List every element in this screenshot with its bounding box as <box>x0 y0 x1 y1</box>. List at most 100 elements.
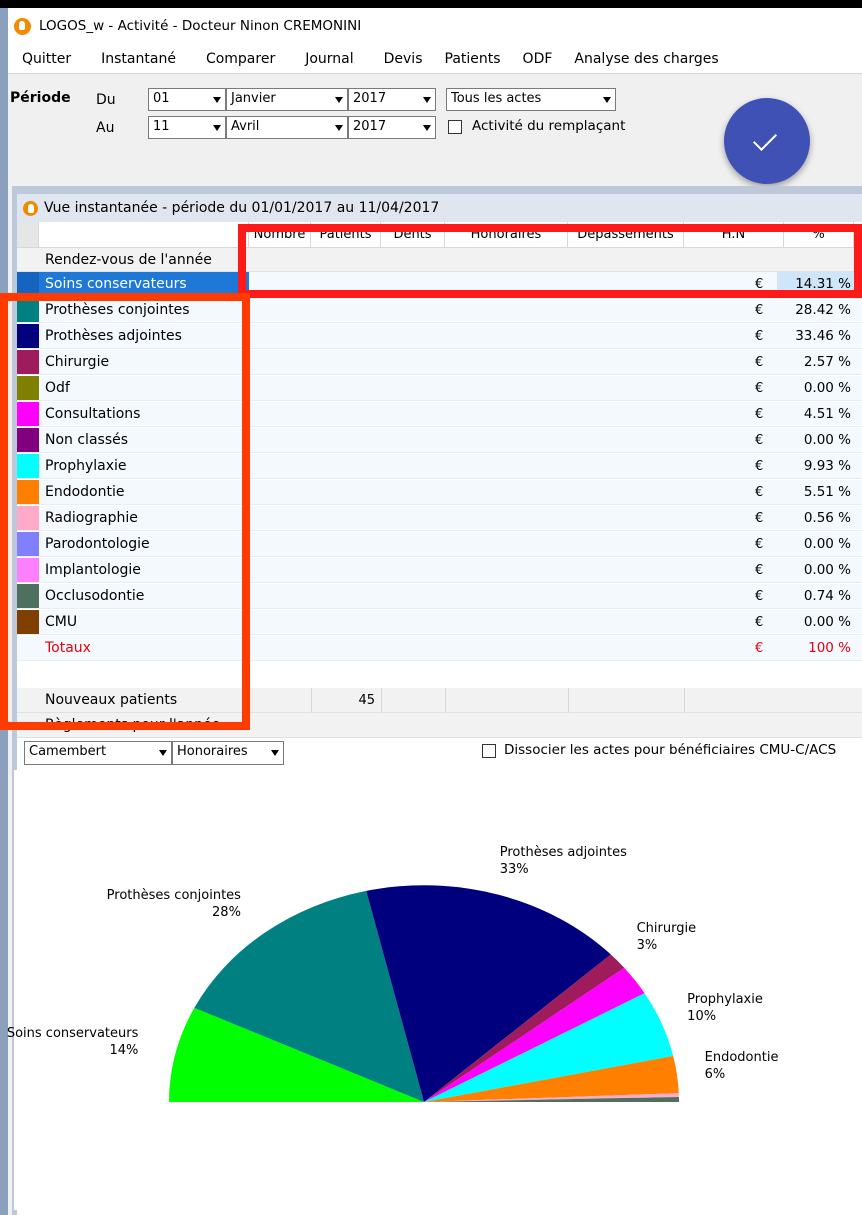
pie-slice-name: Chirurgie <box>636 920 697 936</box>
nouveaux-depassements-cell <box>568 687 684 713</box>
actes-filter-value: Tous les actes <box>451 91 542 106</box>
totaux-percent: 100 % <box>808 640 851 656</box>
du-year-value: 2017 <box>353 91 387 106</box>
du-month-select[interactable]: Janvier <box>226 88 348 111</box>
chevron-down-icon <box>213 125 221 131</box>
currency-symbol: € <box>755 380 764 396</box>
au-year-value: 2017 <box>353 119 387 134</box>
pie-slice-percent: 6% <box>704 1066 726 1082</box>
pie-slice-label: Endodontie 6% <box>705 1049 779 1083</box>
au-label: Au <box>96 120 115 136</box>
chevron-down-icon <box>335 97 343 103</box>
category-percent: 0.74 % <box>803 588 851 604</box>
menu-comparer[interactable]: Comparer <box>206 51 275 67</box>
pie-slice-percent: 28% <box>212 905 241 921</box>
category-percent: 28.42 % <box>795 302 851 318</box>
chart-controls: Camembert Honoraires Dissocier les actes… <box>14 741 854 767</box>
category-percent: 0.00 % <box>803 536 851 552</box>
menu-patients[interactable]: Patients <box>445 51 501 67</box>
currency-symbol: € <box>755 588 764 604</box>
subwindow-title: Vue instantanée - période du 01/01/2017 … <box>44 200 440 216</box>
currency-symbol: € <box>755 614 764 630</box>
remplacant-checkbox[interactable] <box>448 120 462 134</box>
currency-symbol: € <box>755 536 764 552</box>
menu-bar: Quitter Instantané Comparer Journal Devi… <box>8 44 862 74</box>
currency-symbol: € <box>755 302 764 318</box>
category-percent: 0.00 % <box>803 432 851 448</box>
nouveaux-nombre-cell <box>249 687 311 713</box>
nouveaux-dents-cell <box>381 687 445 713</box>
remplacant-label: Activité du remplaçant <box>472 118 626 134</box>
au-day-select[interactable]: 11 <box>148 116 226 139</box>
category-percent: 2.57 % <box>803 354 851 370</box>
dissocier-cmu-label: Dissocier les actes pour bénéficiaires C… <box>504 742 837 758</box>
currency-symbol: € <box>755 562 764 578</box>
validate-check-button[interactable] <box>724 98 810 184</box>
subwindow-title-bar: Vue instantanée - période du 01/01/2017 … <box>17 194 862 222</box>
title-bar: LOGOS_w - Activité - Docteur Ninon CREMO… <box>8 8 862 44</box>
du-label: Du <box>96 92 116 108</box>
pie-slice-label: Prothèses adjointes 33% <box>500 844 627 878</box>
periode-label: Période <box>10 90 71 106</box>
category-percent: 4.51 % <box>803 406 851 422</box>
chevron-down-icon <box>213 97 221 103</box>
menu-analyse-des-charges[interactable]: Analyse des charges <box>574 51 718 67</box>
chevron-down-icon <box>603 97 611 103</box>
logos-app-icon <box>14 17 31 35</box>
window-title: LOGOS_w - Activité - Docteur Ninon CREMO… <box>39 18 362 34</box>
du-year-select[interactable]: 2017 <box>348 88 436 111</box>
pie-slice-name: Prothèses adjointes <box>499 845 627 861</box>
chart-type-value: Camembert <box>29 744 107 759</box>
chart-measure-value: Honoraires <box>177 744 248 759</box>
du-day-select[interactable]: 01 <box>148 88 226 111</box>
category-percent: 5.51 % <box>803 484 851 500</box>
rendez-vous-label: Rendez-vous de l'année <box>45 251 212 268</box>
dissocier-cmu-checkbox[interactable] <box>482 744 496 758</box>
pie-slice-label: Soins conservateurs 14% <box>7 1025 139 1059</box>
pie-slice-label: Chirurgie 3% <box>637 920 697 954</box>
pie-slice-percent: 3% <box>636 937 658 953</box>
du-month-value: Janvier <box>231 91 276 106</box>
pie-slice-name: Prothèses conjointes <box>106 888 241 904</box>
pie-slice-label: Prophylaxie 10% <box>687 991 763 1025</box>
category-percent: 0.00 % <box>803 614 851 630</box>
annotation-red-box-header <box>238 224 862 298</box>
au-month-value: Avril <box>231 119 260 134</box>
chevron-down-icon <box>423 125 431 131</box>
au-month-select[interactable]: Avril <box>226 116 348 139</box>
du-day-value: 01 <box>153 91 170 106</box>
actes-filter-select[interactable]: Tous les actes <box>446 88 616 111</box>
category-percent: 0.00 % <box>803 380 851 396</box>
currency-symbol: € <box>755 406 764 422</box>
annotation-orange-box-categories <box>0 293 250 730</box>
category-percent: 33.46 % <box>795 328 851 344</box>
nouveaux-patients-value: 45 <box>311 687 381 713</box>
pie-slice-name: Soins conservateurs <box>6 1026 139 1041</box>
header-corner <box>17 222 39 247</box>
chevron-down-icon <box>159 750 167 756</box>
pie-slice-name: Endodontie <box>704 1049 779 1065</box>
menu-journal[interactable]: Journal <box>305 51 353 67</box>
menu-quitter[interactable]: Quitter <box>22 51 71 67</box>
chevron-down-icon <box>423 97 431 103</box>
pie-slice-label: Prothèses conjointes 28% <box>107 887 241 921</box>
pie-slice-percent: 33% <box>499 862 529 878</box>
currency-symbol: € <box>755 458 764 474</box>
logos-app-icon <box>23 200 38 216</box>
chevron-down-icon <box>271 750 279 756</box>
menu-instantane[interactable]: Instantané <box>101 51 176 67</box>
category-percent: 9.93 % <box>803 458 851 474</box>
pie-slice-name: Prophylaxie <box>687 991 763 1007</box>
nouveaux-hn-cell <box>684 687 784 713</box>
au-day-value: 11 <box>153 119 170 134</box>
chart-measure-select[interactable]: Honoraires <box>172 741 284 765</box>
menu-devis[interactable]: Devis <box>384 51 423 67</box>
au-year-select[interactable]: 2017 <box>348 116 436 139</box>
nouveaux-honoraires-cell <box>445 687 568 713</box>
chart-type-select[interactable]: Camembert <box>24 741 172 765</box>
currency-symbol: € <box>755 510 764 526</box>
currency-symbol: € <box>755 432 764 448</box>
menu-odf[interactable]: ODF <box>523 51 553 67</box>
currency-symbol: € <box>755 484 764 500</box>
currency-symbol: € <box>755 328 764 344</box>
